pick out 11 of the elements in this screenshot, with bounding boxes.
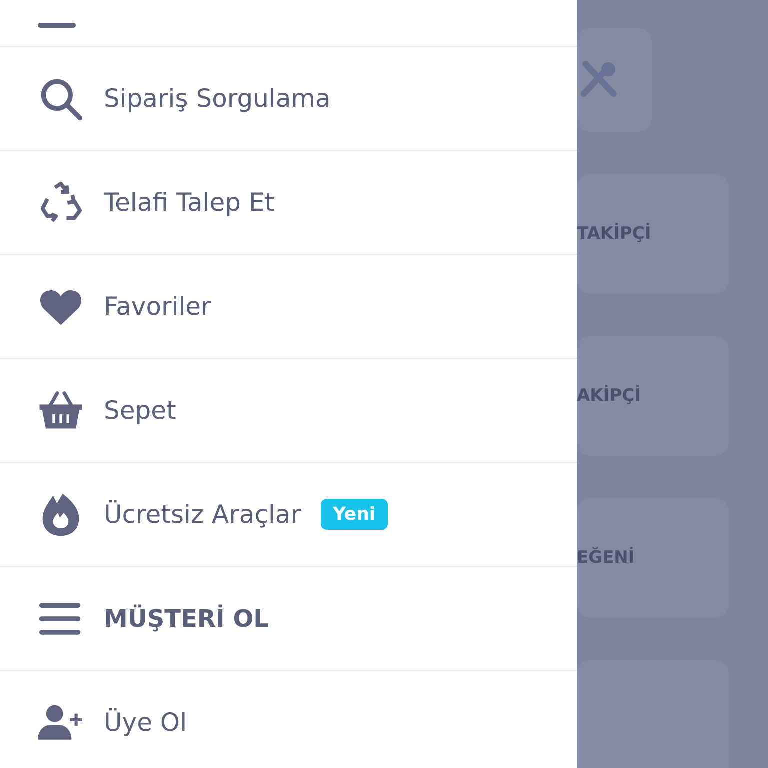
menu-item[interactable]: Telafi Talep Et bbox=[0, 151, 577, 255]
recycle-icon bbox=[38, 180, 84, 226]
menu-item[interactable]: Favoriler bbox=[0, 255, 577, 359]
menu-item[interactable]: Sepet bbox=[0, 359, 577, 463]
new-badge: Yeni bbox=[321, 499, 388, 530]
section-header: MÜŞTERİ OL bbox=[0, 567, 577, 671]
menu-item[interactable]: Sipariş Sorgulama bbox=[0, 47, 577, 151]
stat-label: EĞENİ bbox=[577, 548, 635, 568]
menu-item[interactable]: Ücretsiz Araçlar Yeni bbox=[0, 463, 577, 567]
stat-label: AKİPÇİ bbox=[577, 386, 641, 406]
stat-label: TAKİPÇİ bbox=[577, 224, 652, 244]
